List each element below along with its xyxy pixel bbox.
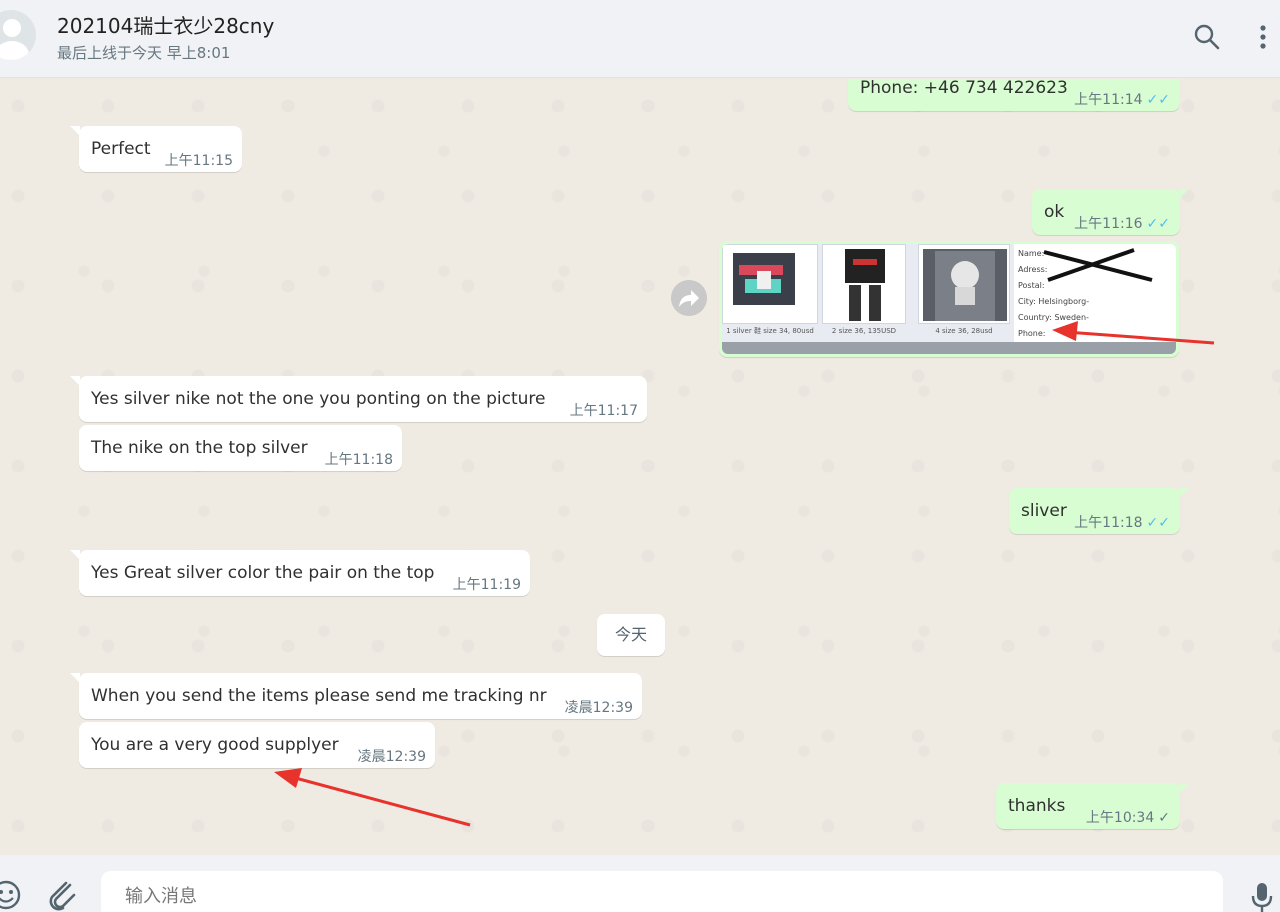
- message-time: 上午11:14: [1074, 92, 1143, 108]
- thumb-caption: 4 size 36, 28usd: [935, 327, 993, 335]
- read-ticks-icon: ✓✓: [1146, 515, 1170, 531]
- message-incoming[interactable]: Yes Great silver color the pair on the t…: [70, 550, 530, 596]
- read-ticks-icon: ✓✓: [1146, 216, 1170, 232]
- screenshot-image: 1 silver 鞋 size 34, 80usd 2 size 36, 135…: [722, 244, 1176, 354]
- message-time: 上午11:17: [569, 403, 638, 419]
- compose-bar: [0, 855, 1280, 912]
- last-seen-status: 最后上线于今天 早上8:01: [57, 44, 231, 62]
- message-text: Phone: +46 734 422623: [860, 79, 1068, 98]
- address-line: Phone:: [1018, 329, 1046, 338]
- message-meta: 上午11:14 ✓✓: [1074, 91, 1170, 109]
- attach-icon[interactable]: [46, 877, 78, 912]
- message-outgoing[interactable]: sliver 上午11:18 ✓✓: [1009, 488, 1189, 534]
- message-outgoing[interactable]: thanks 上午10:34 ✓: [996, 783, 1189, 829]
- message-outgoing[interactable]: Phone: +46 734 422623 上午11:14 ✓✓: [848, 79, 1180, 111]
- product-thumb: [918, 244, 1010, 324]
- message-text: Perfect: [91, 139, 151, 159]
- message-time: 凌晨12:39: [564, 700, 633, 716]
- message-incoming[interactable]: Perfect 上午11:15: [70, 126, 242, 172]
- search-icon[interactable]: [1192, 22, 1222, 52]
- message-list[interactable]: Phone: +46 734 422623 上午11:14 ✓✓ Perfect …: [0, 79, 1280, 855]
- image-message[interactable]: 1 silver 鞋 size 34, 80usd 2 size 36, 135…: [719, 241, 1179, 357]
- thumb-caption: 2 size 36, 135USD: [831, 327, 897, 335]
- message-input[interactable]: [101, 871, 1223, 912]
- message-text: ok: [1044, 202, 1065, 222]
- avatar[interactable]: [0, 10, 36, 60]
- message-incoming[interactable]: Yes silver nike not the one you ponting …: [70, 376, 647, 422]
- message-meta: 上午11:16 ✓✓: [1074, 215, 1170, 233]
- emoji-icon[interactable]: [0, 879, 22, 911]
- address-panel: Name: Adress: Postal: City: Helsingborg-…: [1014, 244, 1176, 342]
- chat-title[interactable]: 202104瑞士衣少28cny: [57, 10, 274, 39]
- message-time: 上午11:16: [1074, 216, 1143, 232]
- address-line: Country: Sweden-: [1018, 313, 1089, 322]
- message-time: 上午11:18: [1074, 515, 1143, 531]
- message-text: When you send the items please send me t…: [91, 686, 547, 706]
- message-incoming[interactable]: The nike on the top silver 上午11:18: [79, 425, 402, 471]
- product-thumb: [822, 244, 906, 324]
- thumb-caption: 1 silver 鞋 size 34, 80usd: [726, 327, 814, 335]
- message-meta: 上午11:18 ✓✓: [1074, 514, 1170, 532]
- cross-out-mark: [1043, 248, 1153, 282]
- chat-header: 202104瑞士衣少28cny 最后上线于今天 早上8:01: [0, 0, 1280, 78]
- message-time: 凌晨12:39: [357, 749, 426, 765]
- message-time: 上午11:15: [164, 153, 233, 169]
- menu-icon[interactable]: [1248, 22, 1278, 52]
- read-ticks-icon: ✓✓: [1146, 92, 1170, 108]
- message-incoming[interactable]: You are a very good supplyer 凌晨12:39: [79, 722, 435, 768]
- message-incoming[interactable]: When you send the items please send me t…: [70, 673, 642, 719]
- product-thumb: [722, 244, 818, 324]
- forward-icon[interactable]: [671, 280, 707, 316]
- message-time: 上午10:34: [1085, 810, 1155, 826]
- message-text: sliver: [1021, 501, 1067, 521]
- message-text: Yes silver nike not the one you ponting …: [91, 389, 546, 409]
- message-text: The nike on the top silver: [91, 438, 308, 458]
- message-time: 上午11:18: [324, 452, 393, 468]
- sent-tick-icon: ✓: [1158, 810, 1170, 826]
- day-separator: 今天: [597, 614, 665, 656]
- message-outgoing[interactable]: ok 上午11:16 ✓✓: [1032, 189, 1189, 235]
- message-text: thanks: [1008, 796, 1066, 816]
- mic-icon[interactable]: [1250, 881, 1274, 912]
- message-text: Yes Great silver color the pair on the t…: [91, 563, 435, 583]
- address-line: City: Helsingborg-: [1018, 297, 1090, 306]
- image-bottom-bar: [722, 342, 1176, 354]
- message-meta: 上午10:34 ✓: [1086, 809, 1170, 827]
- message-text: You are a very good supplyer: [91, 735, 339, 755]
- message-time: 上午11:19: [452, 577, 521, 593]
